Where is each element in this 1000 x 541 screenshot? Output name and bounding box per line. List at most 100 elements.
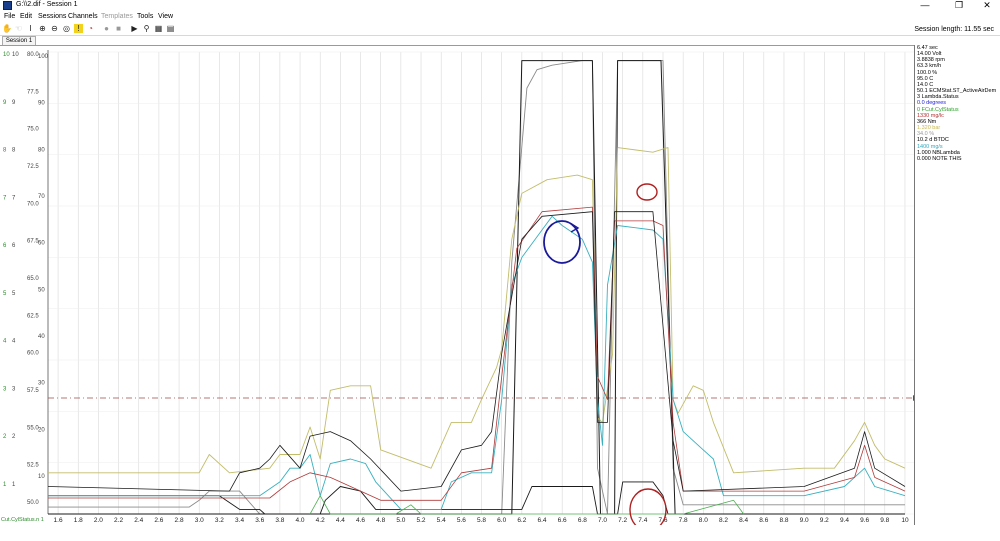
y-tick-label: 100 <box>38 54 49 60</box>
y-tick-label: 6 <box>3 243 7 249</box>
x-tick-label: 8.8 <box>779 517 788 524</box>
zoom-in-icon[interactable]: ⊕ <box>38 24 47 33</box>
y-tick-label: 1 <box>3 482 7 488</box>
menu-view[interactable]: View <box>158 13 173 20</box>
y-tick-label: 75.0 <box>27 127 39 133</box>
x-tick-label: 5.8 <box>477 517 486 524</box>
y-tick-label: 72.5 <box>27 164 39 170</box>
menu-edit[interactable]: Edit <box>20 13 32 20</box>
x-tick-label: 9.4 <box>840 517 849 524</box>
x-tick-label: 6.4 <box>537 517 546 524</box>
marker-icon[interactable]: ! <box>74 24 83 33</box>
stop-icon[interactable]: ■ <box>114 24 123 33</box>
maximize-button[interactable]: ❐ <box>948 0 970 12</box>
speed-icon[interactable]: ◔ <box>86 24 95 33</box>
x-tick-label: 4.0 <box>296 517 305 524</box>
x-tick-label: 4.2 <box>316 517 325 524</box>
y-tick-label: 50 <box>38 287 45 293</box>
x-tick-label: 2.8 <box>175 517 184 524</box>
x-tick-label: 8.4 <box>739 517 748 524</box>
x-tick-label: 1.8 <box>74 517 83 524</box>
y-tick-label: 5 <box>12 291 16 297</box>
y-tick-label: 8 <box>12 148 16 154</box>
y-tick-label: 3 <box>12 386 16 392</box>
x-tick-label: 7.2 <box>618 517 627 524</box>
play-icon[interactable]: ▶ <box>130 24 139 33</box>
x-tick-label: 2.0 <box>94 517 103 524</box>
y-tick-label: 3 <box>3 386 7 392</box>
cursor-icon[interactable]: I <box>26 24 35 33</box>
y-tick-label: 5 <box>3 291 7 297</box>
y-tick-label: 2 <box>12 434 16 440</box>
y-tick-label: 1 <box>12 482 16 488</box>
x-tick-label: 4.8 <box>376 517 385 524</box>
x-tick-label: 10 <box>901 517 909 524</box>
x-tick-label: 3.8 <box>275 517 284 524</box>
y-tick-label: 7 <box>12 195 16 201</box>
trace-red <box>48 206 906 501</box>
y-tick-label: 52.5 <box>27 463 39 469</box>
y-tick-label: 4 <box>3 339 7 345</box>
y-tick-label: 60 <box>38 241 45 247</box>
plot-svg[interactable]: 109876543211098765432180.077.575.072.570… <box>0 46 914 526</box>
zoom-reset-icon[interactable]: ◎ <box>62 24 71 33</box>
grid-icon[interactable]: ▤ <box>166 24 175 33</box>
y-tick-label: 65.0 <box>27 276 39 282</box>
hand-icon[interactable]: ✋ <box>2 24 12 33</box>
x-tick-label: 4.4 <box>336 517 345 524</box>
trace-teal <box>48 215 906 510</box>
menu-sessions[interactable]: Sessions <box>38 13 66 20</box>
menu-templates[interactable]: Templates <box>101 13 133 20</box>
x-tick-label: 5.0 <box>396 517 405 524</box>
session-length: Session length: 11.55 sec <box>914 26 994 33</box>
window-title: G:\\2.dif - Session 1 <box>16 1 78 8</box>
menu-tools[interactable]: Tools <box>137 13 153 20</box>
x-tick-label: 3.4 <box>235 517 244 524</box>
minimize-button[interactable]: — <box>914 0 936 12</box>
y-tick-label: 20 <box>38 427 45 433</box>
x-tick-label: 5.2 <box>417 517 426 524</box>
y-tick-label: 70 <box>38 194 45 200</box>
x-tick-label: 9.8 <box>880 517 889 524</box>
x-tick-label: 7.0 <box>598 517 607 524</box>
plot-area[interactable]: 10 9 8 7 6 5 4 3 2 1 10 9 8 7 6 5 4 3 2 1 80.0 77.5 75.0 72.5 70… <box>0 45 914 526</box>
y-tick-label: 77.5 <box>27 89 39 95</box>
legend-channel[interactable]: 0.000 NOTE THIS <box>915 156 1000 162</box>
x-tick-label: 2.4 <box>134 517 143 524</box>
trace-black-square <box>48 60 905 515</box>
y-tick-label: 7 <box>3 195 7 201</box>
x-tick-label: 9.0 <box>800 517 809 524</box>
annotation-red-circle-top <box>636 183 658 201</box>
menu-bar: File Edit Sessions Channels Templates To… <box>0 12 1000 23</box>
record-icon[interactable]: ● <box>102 24 111 33</box>
menu-file[interactable]: File <box>4 13 15 20</box>
y-tick-label: 30 <box>38 381 45 387</box>
table-icon[interactable]: ▦ <box>154 24 163 33</box>
y-tick-label: 9 <box>3 100 7 106</box>
find-icon[interactable]: ⚲ <box>142 24 151 33</box>
y-tick-label: 60.0 <box>27 351 39 357</box>
y-axes: 109876543211098765432180.077.575.072.570… <box>1 50 49 523</box>
x-tick-label: 3.0 <box>195 517 204 524</box>
menu-channels[interactable]: Channels <box>68 13 98 20</box>
x-tick-label: 6.8 <box>578 517 587 524</box>
pointer-icon[interactable]: ☜ <box>14 24 23 33</box>
y-tick-label: 10 <box>3 52 10 58</box>
x-axis: 1.6 1.8 2.0 2.2 2.4 2.6 2.8 3.0 3.2 3.4 3.6 3.8 4.0 4… <box>54 517 909 524</box>
x-tick-label: 8.2 <box>719 517 728 524</box>
close-button[interactable]: ✕ <box>976 0 998 12</box>
y-tick-label: 9 <box>12 100 16 106</box>
y-tick-label: 62.5 <box>27 313 39 319</box>
x-tick-label: 6.0 <box>497 517 506 524</box>
x-tick-label: 7.8 <box>679 517 688 524</box>
y-tick-label: 6 <box>12 243 16 249</box>
status-area <box>0 525 1000 541</box>
x-tick-label: 3.6 <box>255 517 264 524</box>
y-tick-label: 4 <box>12 339 16 345</box>
toolbar: ✋ ☜ I ⊕ ⊖ ◎ ! ◔ ● ■ ▶ ⚲ ▦ ▤ <box>0 23 1000 36</box>
zoom-out-icon[interactable]: ⊖ <box>50 24 59 33</box>
x-tick-label: 1.6 <box>54 517 63 524</box>
x-tick-label: 6.2 <box>517 517 526 524</box>
y-tick-label: 90 <box>38 101 45 107</box>
x-tick-label: 5.4 <box>437 517 446 524</box>
